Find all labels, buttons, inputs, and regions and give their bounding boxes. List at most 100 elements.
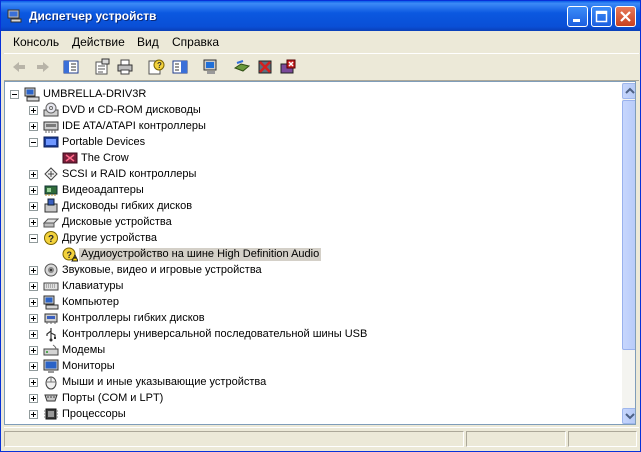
media-player-icon (62, 152, 78, 164)
collapse-toggle[interactable] (10, 90, 19, 99)
tree-item-label: Процессоры (62, 408, 126, 420)
uninstall-icon[interactable] (279, 58, 297, 76)
expand-toggle[interactable] (29, 346, 38, 355)
expand-toggle[interactable] (29, 362, 38, 371)
minimize-button[interactable] (567, 6, 588, 27)
collapse-toggle[interactable] (29, 138, 38, 147)
tree-item-label: Аудиоустройство на шине High Definition … (79, 248, 322, 261)
maximize-icon (595, 10, 608, 23)
modem-icon (43, 344, 59, 356)
menu-console[interactable]: Консоль (13, 35, 59, 49)
toolbar: ? (4, 53, 639, 81)
expand-toggle[interactable] (29, 170, 38, 179)
menu-view[interactable]: Вид (137, 35, 159, 49)
window-title: Диспетчер устройств (29, 9, 157, 23)
tree-item-label: Дисководы гибких дисков (62, 200, 193, 212)
menu-bar: Консоль Действие Вид Справка (4, 31, 639, 53)
computer-icon (24, 87, 40, 102)
tree-item-label: Контроллеры универсальной последовательн… (62, 328, 368, 340)
scan-hardware-icon[interactable] (202, 58, 220, 76)
tree-item-label: DVD и CD-ROM дисководы (62, 104, 201, 116)
properties-icon[interactable] (93, 58, 111, 76)
tree-item-label: Мыши и иные указывающие устройства (62, 376, 267, 388)
tree-item-label: Клавиатуры (62, 280, 124, 292)
expand-toggle[interactable] (29, 186, 38, 195)
disable-icon[interactable] (256, 58, 274, 76)
expand-toggle[interactable] (29, 314, 38, 323)
portable-device-icon (43, 136, 59, 148)
floppy-drive-icon (44, 198, 58, 213)
expand-toggle[interactable] (29, 298, 38, 307)
tree-item-label: Компьютер (62, 296, 119, 308)
unknown-device-icon: ? (44, 231, 58, 245)
title-bar[interactable]: Диспетчер устройств (1, 1, 640, 31)
scsi-icon (44, 167, 58, 181)
svg-text:?: ? (48, 234, 54, 245)
forward-icon[interactable] (34, 58, 52, 76)
port-icon (44, 394, 58, 402)
scroll-down-icon (625, 413, 635, 420)
display-adapter-icon (44, 185, 58, 196)
status-bar (4, 427, 639, 450)
warning-device-icon: ? (62, 247, 78, 262)
cdrom-icon (43, 102, 59, 117)
tree-item-label: Видеоадаптеры (62, 184, 144, 196)
ide-controller-icon (43, 121, 59, 133)
device-manager-window: Диспетчер устройств Консоль Действие Вид… (0, 0, 641, 452)
status-pane-2 (466, 431, 566, 447)
tree-item-label: Дисковые устройства (62, 216, 172, 228)
scroll-up-icon (625, 87, 635, 94)
print-icon[interactable] (116, 58, 134, 76)
tree-item-label: UMBRELLA-DRIV3R (43, 88, 147, 100)
tree-item-label: Модемы (62, 344, 106, 356)
expand-toggle[interactable] (29, 330, 38, 339)
device-manager-icon (7, 9, 22, 23)
expand-toggle[interactable] (29, 202, 38, 211)
usb-icon (46, 328, 56, 342)
expand-toggle[interactable] (29, 378, 38, 387)
expand-toggle[interactable] (29, 410, 38, 419)
close-icon (620, 11, 631, 22)
back-icon[interactable] (10, 58, 28, 76)
console-tree-icon[interactable] (62, 58, 80, 76)
tree-item-label: Другие устройства (62, 232, 157, 244)
expand-toggle[interactable] (29, 122, 38, 131)
tree-item-label: Порты (COM и LPT) (62, 392, 164, 404)
floppy-controller-icon (44, 313, 58, 324)
expand-toggle[interactable] (29, 106, 38, 115)
computer-icon (43, 295, 59, 310)
monitor-icon (43, 359, 59, 373)
svg-text:?: ? (157, 61, 162, 70)
device-tree[interactable]: UMBRELLA-DRIV3R DVD и CD-ROM дисководы IDE… (4, 81, 636, 425)
keyboard-icon (43, 282, 59, 291)
svg-text:?: ? (67, 250, 73, 260)
scroll-thumb[interactable] (622, 100, 635, 350)
menu-help[interactable]: Справка (172, 35, 219, 49)
expand-toggle[interactable] (29, 218, 38, 227)
tree-item-label: Контроллеры гибких дисков (62, 312, 205, 324)
scroll-up-button[interactable] (622, 83, 635, 99)
mouse-icon (45, 376, 57, 390)
tree-item-label: The Crow (81, 152, 129, 164)
details-icon[interactable] (171, 58, 189, 76)
expand-toggle[interactable] (29, 282, 38, 291)
maximize-button[interactable] (591, 6, 612, 27)
tree-item-label: SCSI и RAID контроллеры (62, 168, 197, 180)
vertical-scrollbar[interactable] (622, 83, 635, 424)
menu-action[interactable]: Действие (72, 35, 125, 49)
scroll-down-button[interactable] (622, 408, 635, 424)
update-driver-icon[interactable] (233, 58, 251, 76)
status-pane-3 (568, 431, 637, 447)
sound-icon (44, 263, 58, 277)
processor-icon (44, 408, 58, 420)
status-pane-main (4, 431, 464, 447)
tree-item-label: IDE ATA/ATAPI контроллеры (62, 120, 206, 132)
expand-toggle[interactable] (29, 394, 38, 403)
expand-toggle[interactable] (29, 266, 38, 275)
tree-item-label: Звуковые, видео и игровые устройства (62, 264, 262, 276)
tree-item-label: Мониторы (62, 360, 115, 372)
close-button[interactable] (615, 6, 636, 27)
collapse-toggle[interactable] (29, 234, 38, 243)
help-icon[interactable]: ? (147, 58, 165, 76)
disk-drive-icon (43, 218, 59, 228)
